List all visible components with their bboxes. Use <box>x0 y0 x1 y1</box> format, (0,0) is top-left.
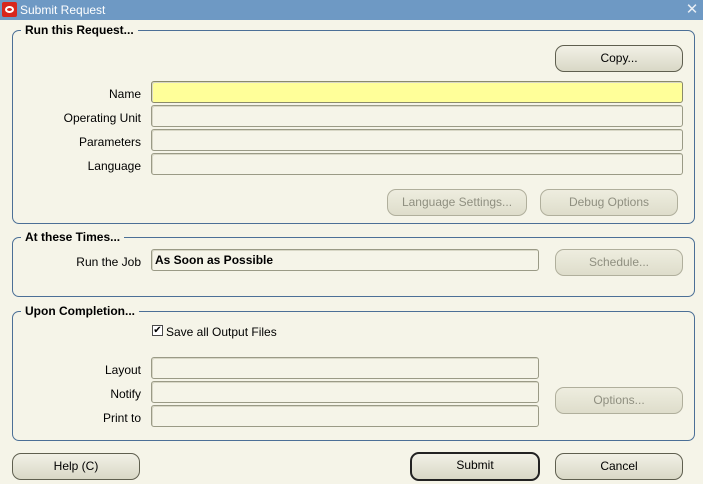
parameters-label: Parameters <box>78 135 141 149</box>
completion-title: Upon Completion... <box>21 304 139 318</box>
run-request-title: Run this Request... <box>21 23 138 37</box>
oracle-logo-icon <box>2 2 17 17</box>
print-to-field[interactable] <box>151 405 539 427</box>
close-icon[interactable]: ✕ <box>684 0 700 20</box>
options-button[interactable]: Options... <box>555 387 683 414</box>
layout-field[interactable] <box>151 357 539 379</box>
cancel-button[interactable]: Cancel <box>555 453 683 480</box>
window-title: Submit Request <box>20 3 106 17</box>
submit-button[interactable]: Submit <box>410 452 540 481</box>
name-label: Name <box>108 87 141 101</box>
notify-field[interactable] <box>151 381 539 403</box>
name-field[interactable] <box>151 81 683 103</box>
title-bar: Submit Request ✕ <box>0 0 703 20</box>
help-button[interactable]: Help (C) <box>12 453 140 480</box>
schedule-button[interactable]: Schedule... <box>555 249 683 276</box>
language-label: Language <box>87 159 141 173</box>
print-to-label: Print to <box>102 411 141 425</box>
copy-button[interactable]: Copy... <box>555 45 683 72</box>
parameters-field[interactable] <box>151 129 683 151</box>
language-field[interactable] <box>151 153 683 175</box>
save-output-label[interactable]: Save all Output Files <box>166 325 277 339</box>
times-title: At these Times... <box>21 230 125 244</box>
notify-label: Notify <box>110 387 141 401</box>
debug-options-button[interactable]: Debug Options <box>540 189 678 216</box>
language-settings-button[interactable]: Language Settings... <box>387 189 527 216</box>
run-job-field[interactable]: As Soon as Possible <box>151 249 539 271</box>
run-job-label: Run the Job <box>76 255 141 269</box>
layout-label: Layout <box>104 363 141 377</box>
operating-unit-label: Operating Unit <box>63 111 141 125</box>
operating-unit-field[interactable] <box>151 105 683 127</box>
save-output-checkbox[interactable]: ✔ <box>152 325 163 336</box>
